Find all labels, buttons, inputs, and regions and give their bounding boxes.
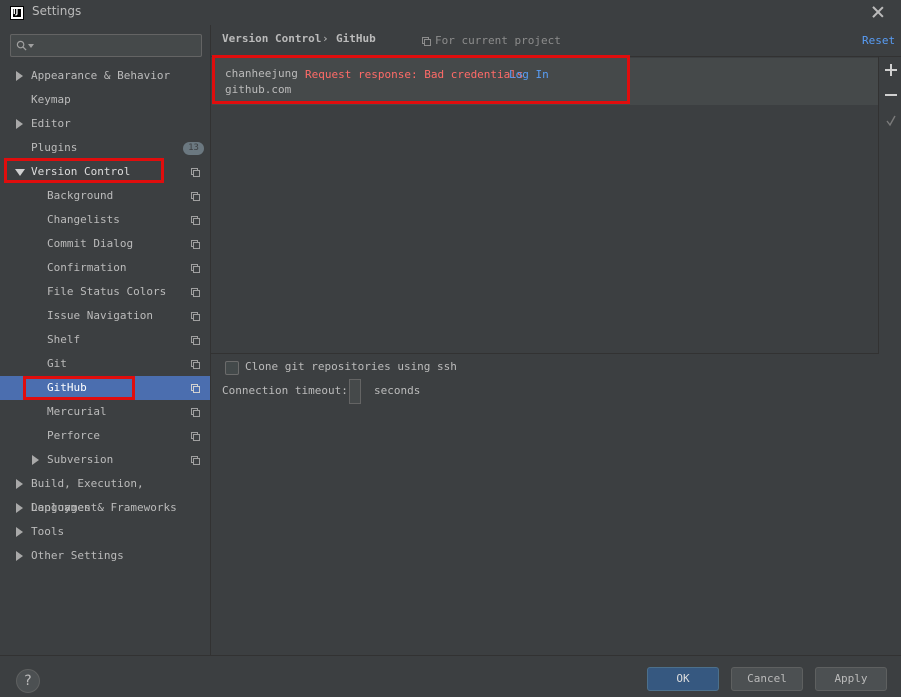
project-scope-icon [191, 384, 200, 393]
clone-ssh-label: Clone git repositories using ssh [245, 360, 457, 373]
sidebar-item-tools[interactable]: Tools [0, 520, 210, 544]
sidebar-item-keymap[interactable]: Keymap [0, 88, 210, 112]
sidebar-item-perforce[interactable]: Perforce [0, 424, 210, 448]
project-scope-icon [191, 408, 200, 417]
project-scope-icon [191, 216, 200, 225]
sidebar-item-plugins[interactable]: Plugins 13 [0, 136, 210, 160]
breadcrumb-github: GitHub [336, 32, 376, 45]
account-host: github.com [225, 83, 292, 96]
set-default-check-icon[interactable] [885, 115, 897, 127]
expand-arrow-icon[interactable] [16, 503, 23, 513]
settings-content: Version Control › GitHub For current pro… [210, 25, 901, 655]
sidebar-item-label: Shelf [47, 333, 81, 346]
project-scope-icon [191, 312, 200, 321]
search-icon [16, 40, 27, 51]
sidebar-item-git[interactable]: Git [0, 352, 210, 376]
sidebar-item-version-control[interactable]: Version Control [0, 160, 210, 184]
settings-sidebar: Appearance & Behavior Keymap Editor Plug… [0, 25, 210, 655]
sidebar-item-file-status-colors[interactable]: File Status Colors [0, 280, 210, 304]
sidebar-item-label: Plugins [31, 141, 78, 154]
sidebar-item-commit-dialog[interactable]: Commit Dialog [0, 232, 210, 256]
sidebar-item-label: Changelists [47, 213, 120, 226]
breadcrumb-separator: › [322, 32, 329, 45]
sidebar-item-label: GitHub [47, 381, 87, 394]
close-icon[interactable] [870, 4, 886, 20]
account-username: chanheejung [225, 67, 298, 80]
sidebar-item-label: Editor [31, 117, 71, 130]
sidebar-item-languages-frameworks[interactable]: Languages & Frameworks [0, 496, 210, 520]
sidebar-item-label: Other Settings [31, 549, 124, 562]
project-scope-icon [191, 168, 200, 177]
sidebar-item-label: Perforce [47, 429, 100, 442]
sidebar-item-label: Confirmation [47, 261, 127, 274]
ok-button[interactable]: OK [647, 667, 719, 691]
account-error-message: Request response: Bad credentials [305, 68, 524, 81]
reset-link[interactable]: Reset [862, 34, 895, 47]
dialog-footer: ? OK Cancel Apply [0, 655, 901, 697]
add-account-icon[interactable] [885, 64, 897, 76]
sidebar-item-editor[interactable]: Editor [0, 112, 210, 136]
sidebar-item-other-settings[interactable]: Other Settings [0, 544, 210, 568]
project-scope-icon [191, 288, 200, 297]
sidebar-item-appearance-behavior[interactable]: Appearance & Behavior [0, 64, 210, 88]
sidebar-item-label: Mercurial [47, 405, 107, 418]
collapse-arrow-icon[interactable] [15, 169, 25, 176]
search-options-chevron-icon[interactable] [28, 44, 34, 48]
timeout-unit-label: seconds [374, 384, 421, 397]
project-scope-icon [191, 432, 200, 441]
expand-arrow-icon[interactable] [16, 527, 23, 537]
account-row[interactable]: chanheejung Request response: Bad creden… [212, 58, 878, 105]
github-accounts-list: chanheejung Request response: Bad creden… [211, 55, 878, 354]
log-in-link[interactable]: Log In [509, 68, 549, 81]
sidebar-item-label: Background [47, 189, 114, 202]
sidebar-item-changelists[interactable]: Changelists [0, 208, 210, 232]
project-scope-icon [191, 192, 200, 201]
expand-arrow-icon[interactable] [32, 455, 39, 465]
connection-timeout-label: Connection timeout: [222, 384, 348, 397]
clone-ssh-checkbox[interactable] [225, 361, 239, 375]
window-title: Settings [32, 4, 82, 18]
sidebar-item-confirmation[interactable]: Confirmation [0, 256, 210, 280]
sidebar-item-label: Version Control [31, 165, 131, 178]
sidebar-item-mercurial[interactable]: Mercurial [0, 400, 210, 424]
project-scope-icon [191, 456, 200, 465]
for-current-project-note: For current project [435, 34, 561, 47]
sidebar-item-label: Keymap [31, 93, 71, 106]
expand-arrow-icon[interactable] [16, 551, 23, 561]
sidebar-item-shelf[interactable]: Shelf [0, 328, 210, 352]
cancel-button[interactable]: Cancel [731, 667, 803, 691]
app-icon-text: IJ [13, 8, 19, 16]
sidebar-item-subversion[interactable]: Subversion [0, 448, 210, 472]
expand-arrow-icon[interactable] [16, 119, 23, 129]
sidebar-item-issue-navigation[interactable]: Issue Navigation [0, 304, 210, 328]
apply-button[interactable]: Apply [815, 667, 887, 691]
project-scope-icon [191, 360, 200, 369]
expand-arrow-icon[interactable] [16, 71, 23, 81]
project-scope-icon [191, 264, 200, 273]
app-icon: IJ [10, 6, 24, 20]
connection-timeout-input[interactable] [349, 379, 361, 404]
help-button[interactable]: ? [16, 669, 40, 693]
project-scope-icon [191, 336, 200, 345]
sidebar-item-label: Languages & Frameworks [31, 501, 177, 514]
sidebar-item-label: Git [47, 357, 67, 370]
plugins-count-badge: 13 [183, 142, 204, 155]
sidebar-item-label: Issue Navigation [47, 309, 153, 322]
sidebar-item-label: File Status Colors [47, 285, 167, 298]
expand-arrow-icon[interactable] [16, 479, 23, 489]
sidebar-item-label: Appearance & Behavior [31, 69, 171, 82]
sidebar-item-label: Tools [31, 525, 65, 538]
sidebar-item-label: Commit Dialog [47, 237, 134, 250]
sidebar-item-background[interactable]: Background [0, 184, 210, 208]
project-scope-icon [191, 240, 200, 249]
remove-account-icon[interactable] [885, 89, 897, 101]
project-scope-icon [422, 37, 431, 46]
search-input[interactable] [10, 34, 202, 57]
sidebar-item-label: Subversion [47, 453, 114, 466]
breadcrumb-version-control[interactable]: Version Control [222, 32, 321, 45]
sidebar-item-build-execution-deployment[interactable]: Build, Execution, Deployment [0, 472, 210, 514]
accounts-toolbar [878, 56, 901, 354]
title-bar: IJ Settings [0, 0, 901, 25]
sidebar-item-github[interactable]: GitHub [0, 376, 210, 400]
